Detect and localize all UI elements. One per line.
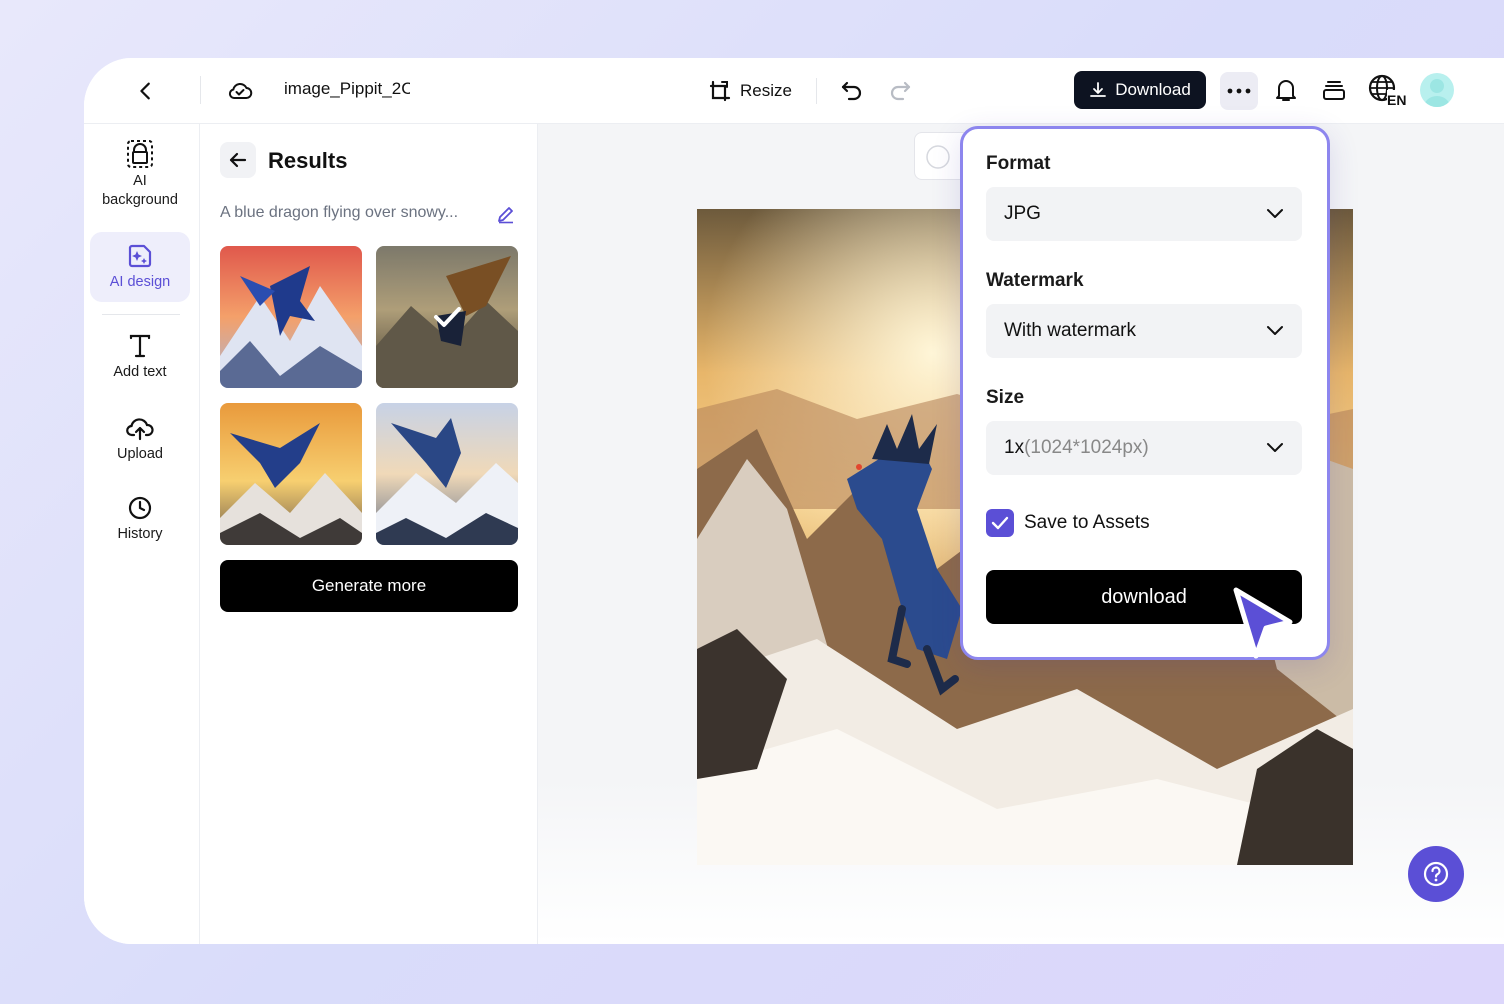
help-button[interactable]: [1408, 846, 1464, 902]
format-value: JPG: [1004, 203, 1041, 224]
rail-item-ai-design[interactable]: AI design: [90, 232, 190, 302]
assets-button[interactable]: [1318, 74, 1350, 106]
size-value-main: 1x: [1004, 437, 1025, 458]
pencil-icon: [498, 207, 513, 224]
results-title: Results: [268, 148, 348, 173]
format-select[interactable]: JPG: [986, 187, 1302, 241]
rail-label: AI background: [102, 173, 178, 208]
bell-icon: [1276, 80, 1296, 101]
user-avatar-icon: [1424, 79, 1450, 107]
file-name[interactable]: image_Pippit_2C: [284, 79, 410, 99]
rail-item-upload[interactable]: Upload: [90, 412, 190, 472]
back-button[interactable]: [130, 75, 162, 107]
cursor-pointer-icon: [1233, 587, 1293, 659]
cloud-upload-icon: [124, 412, 156, 444]
rail-label: AI design: [109, 274, 171, 290]
ai-background-icon: [124, 138, 156, 170]
edit-prompt-button[interactable]: [494, 202, 518, 226]
undo-icon: [841, 81, 862, 101]
rail-item-add-text[interactable]: Add text: [90, 330, 190, 390]
watermark-value: With watermark: [1004, 320, 1136, 341]
divider: [816, 78, 817, 104]
chevron-down-icon: [1267, 209, 1283, 218]
avatar[interactable]: [1420, 73, 1454, 107]
resize-label: Resize: [740, 81, 792, 100]
save-to-assets-label: Save to Assets: [1024, 512, 1150, 533]
cloud-sync-button[interactable]: [224, 75, 256, 107]
stack-icon: [1323, 81, 1345, 100]
size-select[interactable]: 1x(1024*1024px): [986, 421, 1302, 475]
rail-item-history[interactable]: History: [90, 492, 190, 552]
size-label: Size: [986, 387, 1025, 408]
download-popover: Format JPG Watermark With watermark Size…: [960, 126, 1330, 660]
results-back-button[interactable]: [220, 142, 256, 178]
download-icon: [1090, 82, 1107, 97]
download-label: Download: [1115, 80, 1191, 99]
notifications-button[interactable]: [1270, 74, 1302, 106]
redo-button[interactable]: [884, 75, 916, 107]
top-bar: image_Pippit_2C Resize Download EN: [84, 58, 1504, 124]
chevron-down-icon: [1267, 326, 1283, 335]
more-horizontal-icon: [1227, 88, 1251, 94]
language-button[interactable]: EN: [1366, 72, 1406, 108]
globe-icon: EN: [1368, 74, 1406, 108]
question-icon: [1423, 861, 1449, 887]
save-to-assets-checkbox[interactable]: [986, 509, 1014, 537]
arrow-left-icon: [229, 152, 247, 168]
generate-more-button[interactable]: Generate more: [220, 560, 518, 612]
chevron-left-icon: [140, 82, 150, 100]
cloud-check-icon: [228, 82, 253, 99]
divider: [200, 76, 201, 104]
check-icon: [991, 516, 1009, 530]
text-icon: [124, 330, 156, 362]
left-toolbar: AI background AI design Add text Upload: [84, 124, 200, 944]
results-panel: Results A blue dragon flying over snowy.…: [200, 124, 538, 944]
size-value-detail: (1024*1024px): [1024, 437, 1149, 458]
rail-label: Upload: [117, 446, 163, 462]
clock-icon: [124, 492, 156, 524]
language-code: EN: [1387, 92, 1406, 108]
chevron-down-icon: [1267, 443, 1283, 452]
rail-item-ai-background[interactable]: AI background: [90, 138, 190, 218]
more-options-button[interactable]: [1220, 72, 1258, 110]
format-label: Format: [986, 153, 1051, 174]
watermark-label: Watermark: [986, 270, 1084, 291]
redo-icon: [890, 81, 911, 101]
resize-icon: [709, 80, 731, 102]
result-thumb-3[interactable]: [220, 403, 362, 545]
undo-button[interactable]: [836, 75, 868, 107]
rail-divider: [102, 314, 180, 315]
result-thumb-1[interactable]: [220, 246, 362, 388]
ai-design-icon: [124, 240, 156, 272]
circle-icon: [926, 145, 950, 169]
rail-label: Add text: [113, 364, 167, 380]
resize-button[interactable]: Resize: [708, 75, 792, 107]
prompt-text: A blue dragon flying over snowy...: [220, 204, 459, 221]
download-button[interactable]: Download: [1074, 71, 1206, 109]
rail-label: History: [117, 526, 163, 542]
result-thumb-2-selected[interactable]: [376, 246, 518, 388]
watermark-select[interactable]: With watermark: [986, 304, 1302, 358]
size-value: 1x(1024*1024px): [1004, 437, 1149, 459]
result-thumb-4[interactable]: [376, 403, 518, 545]
